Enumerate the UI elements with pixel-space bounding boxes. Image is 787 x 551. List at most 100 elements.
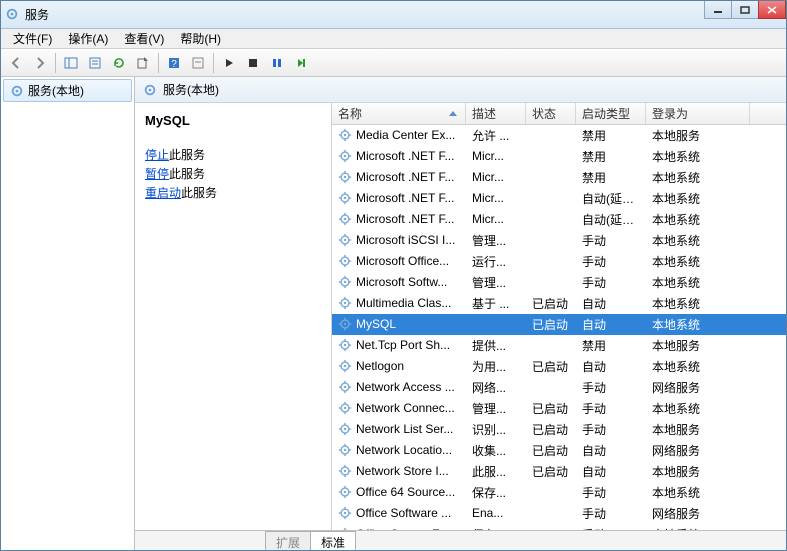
service-row[interactable]: Microsoft .NET F...Micr...禁用本地系统 [332,146,786,167]
service-row[interactable]: Multimedia Clas...基于 ...已启动自动本地系统 [332,293,786,314]
cell-name: Microsoft Softw... [332,275,466,289]
service-row[interactable]: Network Store I...此服...已启动自动本地服务 [332,461,786,482]
cell-start: 手动 [576,379,646,396]
service-row[interactable]: Office 64 Source...保存...手动本地系统 [332,482,786,503]
stop-service-button[interactable] [242,52,264,74]
menu-view[interactable]: 查看(V) [116,28,172,49]
gear-icon [338,317,352,331]
cell-name: Microsoft .NET F... [332,212,466,226]
back-button[interactable] [5,52,27,74]
start-service-button[interactable] [218,52,240,74]
stop-link[interactable]: 停止 [145,148,169,162]
service-row[interactable]: Net.Tcp Port Sh...提供...禁用本地服务 [332,335,786,356]
service-row[interactable]: Microsoft iSCSI I...管理...手动本地系统 [332,230,786,251]
cell-name: Network Locatio... [332,443,466,457]
service-row[interactable]: Office Software ...Ena...手动网络服务 [332,503,786,524]
cell-state: 已启动 [526,295,576,312]
cell-start: 手动 [576,484,646,501]
pause-link[interactable]: 暂停 [145,167,169,181]
cell-name: Network Store I... [332,464,466,478]
col-start[interactable]: 启动类型 [576,103,646,124]
help2-button[interactable] [187,52,209,74]
cell-start: 手动 [576,400,646,417]
col-name[interactable]: 名称 [332,103,466,124]
col-desc[interactable]: 描述 [466,103,526,124]
toolbar-separator [55,53,56,73]
cell-logon: 本地服务 [646,421,750,438]
properties-button[interactable] [84,52,106,74]
restart-link[interactable]: 重启动 [145,186,181,200]
cell-desc: 识别... [466,421,526,438]
cell-logon: 本地服务 [646,337,750,354]
gear-icon [10,84,24,98]
cell-name: Microsoft .NET F... [332,170,466,184]
gear-icon [338,401,352,415]
service-row[interactable]: Network List Ser...识别...已启动手动本地服务 [332,419,786,440]
service-rows[interactable]: Media Center Ex...允许 ...禁用本地服务Microsoft … [332,125,786,530]
export-button[interactable] [132,52,154,74]
cell-desc: Micr... [466,149,526,163]
menu-action[interactable]: 操作(A) [60,28,116,49]
col-logon[interactable]: 登录为 [646,103,750,124]
tree-pane: 服务(本地) [1,77,135,550]
service-row[interactable]: Netlogon为用...已启动自动本地系统 [332,356,786,377]
service-row[interactable]: Network Connec...管理...已启动手动本地系统 [332,398,786,419]
service-row[interactable]: Microsoft .NET F...Micr...自动(延迟...本地系统 [332,209,786,230]
right-pane-header: 服务(本地) [135,77,786,103]
tab-extended[interactable]: 扩展 [265,531,311,550]
cell-state: 已启动 [526,463,576,480]
service-row[interactable]: Network Locatio...收集...已启动自动网络服务 [332,440,786,461]
cell-desc: Micr... [466,191,526,205]
service-row[interactable]: MySQL已启动自动本地系统 [332,314,786,335]
tree-root-services-local[interactable]: 服务(本地) [3,79,132,102]
service-row[interactable]: Network Access ...网络...手动网络服务 [332,377,786,398]
cell-logon: 本地系统 [646,148,750,165]
toolbar-separator [158,53,159,73]
service-row[interactable]: Microsoft Softw...管理...手动本地系统 [332,272,786,293]
service-row[interactable]: Media Center Ex...允许 ...禁用本地服务 [332,125,786,146]
service-row[interactable]: Microsoft .NET F...Micr...禁用本地系统 [332,167,786,188]
gear-icon [338,275,352,289]
cell-start: 手动 [576,232,646,249]
cell-logon: 本地系统 [646,358,750,375]
cell-desc: 允许 ... [466,127,526,144]
refresh-button[interactable] [108,52,130,74]
cell-desc: 基于 ... [466,295,526,312]
cell-name: Multimedia Clas... [332,296,466,310]
minimize-button[interactable] [704,1,732,19]
cell-desc: 提供... [466,337,526,354]
cell-logon: 本地系统 [646,400,750,417]
maximize-button[interactable] [731,1,759,19]
cell-name: Network List Ser... [332,422,466,436]
cell-state: 已启动 [526,442,576,459]
app-icon [5,7,21,23]
gear-icon [338,338,352,352]
cell-name: Microsoft .NET F... [332,149,466,163]
tab-standard[interactable]: 标准 [310,531,356,550]
service-row[interactable]: Microsoft Office...运行...手动本地系统 [332,251,786,272]
cell-start: 自动 [576,295,646,312]
help-button[interactable]: ? [163,52,185,74]
cell-desc: 保存... [466,484,526,501]
forward-button[interactable] [29,52,51,74]
restart-service-button[interactable] [290,52,312,74]
gear-icon [338,128,352,142]
gear-icon [338,443,352,457]
close-button[interactable] [758,1,786,19]
cell-desc: 收集... [466,442,526,459]
menu-help[interactable]: 帮助(H) [172,28,229,49]
menu-file[interactable]: 文件(F) [5,28,60,49]
cell-name: Office 64 Source... [332,485,466,499]
stop-suffix: 此服务 [169,148,205,162]
col-state[interactable]: 状态 [526,103,576,124]
gear-icon [338,233,352,247]
cell-name: Network Access ... [332,380,466,394]
pause-service-button[interactable] [266,52,288,74]
service-list: 名称 描述 状态 启动类型 登录为 Media Center Ex...允许 .… [332,103,786,530]
right-header-title: 服务(本地) [163,81,219,98]
service-row[interactable]: Microsoft .NET F...Micr...自动(延迟...本地系统 [332,188,786,209]
cell-desc: Ena... [466,506,526,520]
show-hide-tree-button[interactable] [60,52,82,74]
restart-suffix: 此服务 [181,186,217,200]
detail-pane: MySQL 停止此服务 暂停此服务 重启动此服务 http: [135,103,332,530]
